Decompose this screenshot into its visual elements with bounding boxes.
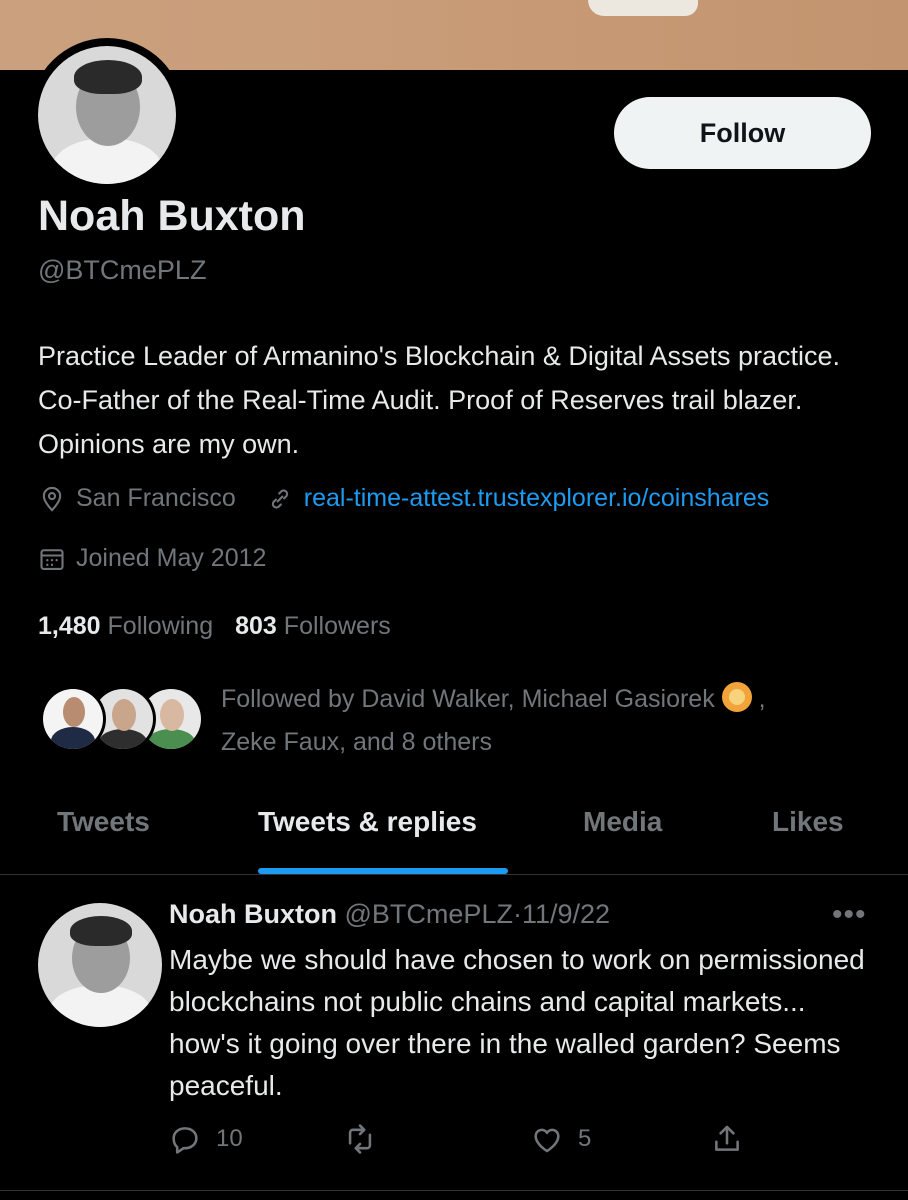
follow-button[interactable]: Follow (614, 97, 871, 169)
like-button[interactable]: 5 (530, 1122, 591, 1156)
more-options-icon[interactable]: ••• (832, 898, 867, 932)
retweet-button[interactable] (343, 1122, 391, 1156)
followed-by-line2: Zeke Faux, and 8 others (221, 728, 492, 756)
profile-bio: Practice Leader of Armanino's Blockchain… (38, 341, 841, 459)
website-link[interactable]: real-time-attest.trustexplorer.io/coinsh… (304, 484, 769, 513)
tab-likes[interactable]: Likes (772, 806, 844, 838)
profile-tabs: Tweets Tweets & replies Media Likes (0, 790, 908, 875)
tweet-avatar[interactable] (38, 903, 162, 1027)
reply-button[interactable]: 10 (168, 1122, 243, 1156)
calendar-icon (40, 548, 64, 570)
tweet-separator: · (512, 899, 522, 929)
link-icon (271, 488, 288, 509)
divider (0, 1190, 908, 1191)
profile-name: Noah Buxton (38, 192, 306, 240)
profile-meta-row: San Francisco real-time-attest.trustexpl… (38, 484, 769, 513)
tweet-text: Maybe we should have chosen to work on p… (169, 944, 865, 1101)
banner-detail (588, 0, 698, 16)
reply-icon (172, 1127, 198, 1154)
tab-media[interactable]: Media (583, 806, 662, 838)
following-label: Following (107, 612, 214, 640)
location-pin-icon (42, 486, 62, 512)
tweet-header: Noah Buxton @BTCmePLZ·11/9/22 (169, 899, 610, 930)
followed-by-text[interactable]: Followed by David Walker, Michael Gasior… (221, 678, 861, 764)
share-icon (715, 1125, 739, 1151)
following-count: 1,480 (38, 612, 101, 640)
share-button[interactable] (710, 1122, 758, 1156)
follower-avatar (40, 686, 106, 752)
tweet-author[interactable]: Noah Buxton (169, 899, 337, 929)
followed-by-avatars[interactable] (38, 686, 208, 754)
reply-count: 10 (216, 1125, 243, 1152)
tweet-handle[interactable]: @BTCmePLZ (345, 899, 513, 929)
followers-label: Followers (283, 612, 391, 640)
profile-handle: @BTCmePLZ (38, 255, 207, 285)
tab-tweets[interactable]: Tweets (57, 806, 150, 838)
joined-row: Joined May 2012 (38, 544, 266, 573)
tab-tweets-replies[interactable]: Tweets & replies (258, 806, 477, 838)
joined-text: Joined May 2012 (76, 544, 267, 572)
follow-stats: 1,480 Following 803 Followers (38, 612, 391, 641)
followers-link[interactable]: 803 Followers (235, 612, 391, 640)
following-link[interactable]: 1,480 Following (38, 612, 213, 640)
followers-count: 803 (235, 612, 277, 640)
followed-by-line1: Followed by David Walker, Michael Gasior… (221, 685, 715, 713)
like-count: 5 (578, 1125, 592, 1152)
location-text: San Francisco (76, 484, 236, 512)
heart-icon (534, 1128, 560, 1153)
tweet-date[interactable]: 11/9/22 (522, 899, 610, 929)
tweet-actions: 10 5 (0, 1122, 908, 1162)
profile-avatar[interactable] (30, 38, 184, 192)
retweet-icon (348, 1124, 372, 1154)
active-tab-indicator (258, 868, 508, 874)
lion-emoji-icon (721, 682, 752, 713)
